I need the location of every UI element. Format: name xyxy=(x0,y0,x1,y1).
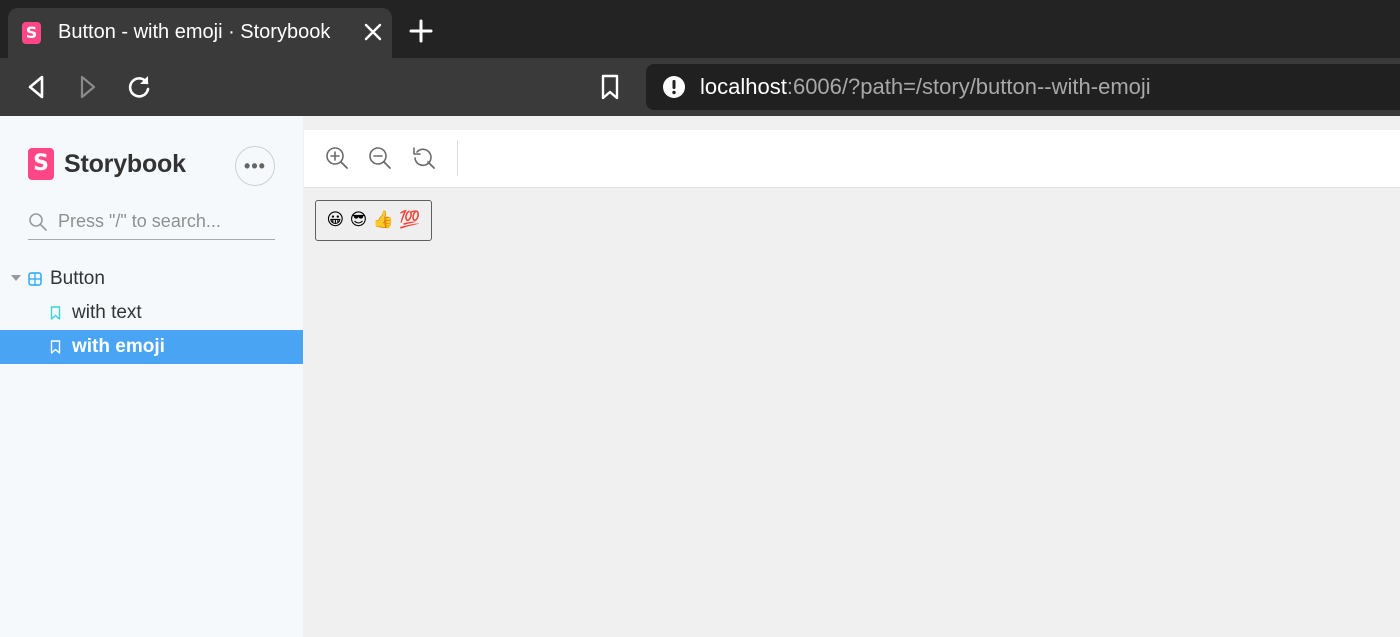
search-field xyxy=(28,206,275,240)
storybook-sidebar: S Storybook ••• Button with text xyxy=(0,116,303,637)
url-text[interactable]: localhost:6006/?path=/story/button--with… xyxy=(700,64,1151,110)
browser-tab[interactable]: S Button - with emoji · Storybook xyxy=(8,8,392,58)
story-bookmark-icon xyxy=(50,306,61,320)
url-path: :6006/?path=/story/button--with-emoji xyxy=(786,74,1151,99)
storybook-brand[interactable]: S Storybook xyxy=(28,148,186,180)
story-tree: Button with text with emoji xyxy=(0,262,303,364)
zoom-reset-icon[interactable] xyxy=(411,145,437,171)
preview-toolbar xyxy=(304,130,1400,188)
tree-group-label: Button xyxy=(50,268,105,289)
back-icon[interactable] xyxy=(22,72,52,102)
new-tab-icon[interactable] xyxy=(408,18,434,44)
storybook-logo-icon: S xyxy=(28,148,54,180)
site-info-icon[interactable] xyxy=(662,75,686,99)
tree-group-button[interactable]: Button xyxy=(0,262,303,296)
tree-item-with-emoji[interactable]: with emoji xyxy=(0,330,303,364)
tree-item-label: with text xyxy=(72,302,142,323)
search-icon xyxy=(29,213,47,231)
forward-icon[interactable] xyxy=(72,72,102,102)
zoom-in-icon[interactable] xyxy=(324,145,350,171)
zoom-out-icon[interactable] xyxy=(367,145,393,171)
brand-name: Storybook xyxy=(64,149,186,178)
emoji-demo-button[interactable]: 😀 😎 👍 💯 xyxy=(315,200,432,241)
bookmark-icon[interactable] xyxy=(596,72,624,102)
component-icon xyxy=(28,272,42,286)
story-preview: 😀 😎 👍 💯 xyxy=(303,116,1400,637)
close-tab-icon[interactable] xyxy=(362,21,384,43)
search-input[interactable] xyxy=(58,206,273,236)
url-host: localhost xyxy=(700,74,787,99)
browser-nav-bar: localhost:6006/?path=/story/button--with… xyxy=(0,58,1400,116)
tab-title: Button - with emoji · Storybook xyxy=(58,21,331,43)
tree-item-with-text[interactable]: with text xyxy=(0,296,303,330)
caret-down-icon[interactable] xyxy=(11,275,21,281)
tree-item-label: with emoji xyxy=(72,336,165,357)
story-bookmark-icon xyxy=(50,340,61,354)
browser-tab-bar: S Button - with emoji · Storybook xyxy=(0,0,1400,58)
sidebar-menu-button[interactable]: ••• xyxy=(235,146,275,186)
toolbar-divider xyxy=(457,140,458,176)
storybook-favicon-icon: S xyxy=(22,22,41,44)
reload-icon[interactable] xyxy=(124,72,154,102)
address-bar[interactable]: localhost:6006/?path=/story/button--with… xyxy=(646,64,1400,110)
